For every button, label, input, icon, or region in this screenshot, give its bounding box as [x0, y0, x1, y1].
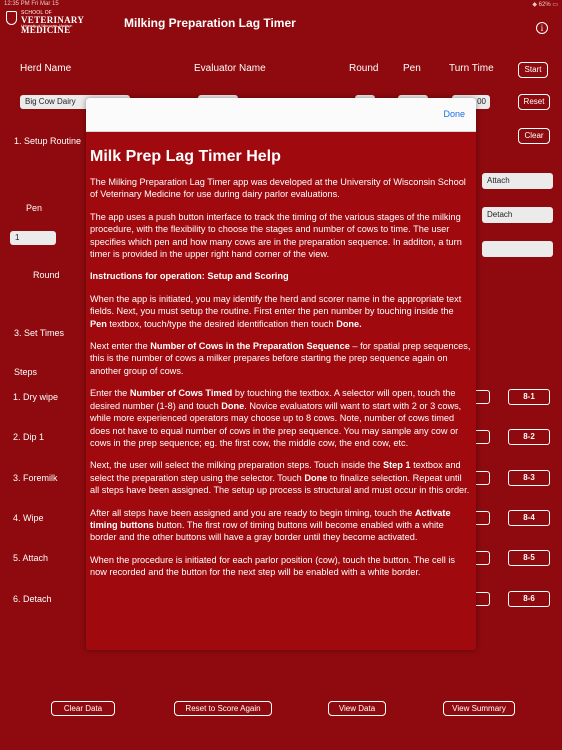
- help-paragraph-4: When the app is initiated, you may ident…: [90, 293, 472, 330]
- help-modal: Done Milk Prep Lag Timer Help The Milkin…: [86, 98, 476, 650]
- p7-text-a: Next, the user will select the milking p…: [90, 460, 383, 471]
- p6-text-a: Enter the: [90, 388, 130, 399]
- status-battery: ◆ 62% ▭: [532, 2, 558, 8]
- p8-text-a: After all steps have been assigned and y…: [90, 507, 415, 518]
- view-data-button[interactable]: View Data: [328, 701, 386, 716]
- evaluator-name-header: Evaluator Name: [194, 63, 266, 74]
- help-title: Milk Prep Lag Timer Help: [90, 148, 281, 165]
- crest-icon: [6, 11, 17, 25]
- logo-sub-text: University of Wisconsin–Madison: [21, 24, 73, 28]
- help-paragraph-2: The app uses a push button interface to …: [90, 211, 462, 260]
- help-paragraph-3: Instructions for operation: Setup and Sc…: [90, 270, 472, 282]
- help-content: Milk Prep Lag Timer Help The Milking Pre…: [90, 148, 472, 589]
- step-label-5: 5. Attach: [13, 553, 49, 563]
- step-label-2: 2. Dip 1: [13, 432, 45, 442]
- p5-text-a: Next enter the: [90, 341, 151, 352]
- info-icon[interactable]: i: [536, 22, 548, 34]
- p4-text-a: When the app is initiated, you may ident…: [90, 293, 462, 317]
- pen-header: Pen: [403, 63, 421, 74]
- view-summary-button[interactable]: View Summary: [443, 701, 515, 716]
- p6-bold-cows: Number of Cows Timed: [129, 388, 233, 399]
- pen-label: Pen: [26, 203, 43, 213]
- step-button-4[interactable]: 8-4: [508, 510, 550, 526]
- p4-text-c: textbox, touch/type the desired identifi…: [106, 318, 337, 329]
- setup-routine-label: 1. Setup Routine: [14, 136, 82, 146]
- p7-bold-done: Done: [304, 472, 328, 483]
- school-logo: SCHOOL OF VETERINARY MEDICINE University…: [6, 10, 106, 35]
- start-button[interactable]: Start: [518, 62, 548, 78]
- help-paragraph-1: The Milking Preparation Lag Timer app wa…: [90, 177, 466, 200]
- step-button-3[interactable]: 8-3: [508, 470, 550, 486]
- step-button-2[interactable]: 8-2: [508, 429, 550, 445]
- steps-label: Steps: [14, 367, 38, 377]
- turn-time-header: Turn Time: [449, 63, 494, 74]
- p6-bold-done: Done: [221, 400, 245, 411]
- p4-bold-pen: Pen: [90, 318, 107, 329]
- p5-bold: Number of Cows in the Preparation Sequen…: [150, 341, 350, 352]
- reset-button[interactable]: Reset: [518, 94, 550, 110]
- p4-bold-done: Done.: [336, 318, 362, 329]
- detach-field[interactable]: Detach: [482, 207, 553, 223]
- step-label-6: 6. Detach: [13, 594, 52, 604]
- p7-bold-step: Step 1: [382, 460, 411, 471]
- modal-toolbar: Done: [86, 98, 476, 132]
- help-paragraph-7: Next, the user will select the milking p…: [90, 459, 472, 496]
- status-bar: 12:35 PM Fri Mar 15 ◆ 62% ▭: [0, 0, 562, 10]
- step-button-5[interactable]: 8-5: [508, 550, 550, 566]
- step-label-4: 4. Wipe: [13, 513, 44, 523]
- clear-data-button[interactable]: Clear Data: [51, 701, 115, 716]
- app-title: Milking Preparation Lag Timer: [124, 16, 296, 30]
- step-button-6[interactable]: 8-6: [508, 591, 550, 607]
- pen-input[interactable]: 1: [10, 231, 56, 245]
- step-button-1[interactable]: 8-1: [508, 389, 550, 405]
- help-paragraph-6: Enter the Number of Cows Timed by touchi…: [90, 387, 472, 449]
- done-button[interactable]: Done: [443, 109, 465, 119]
- round-header: Round: [349, 63, 379, 74]
- round-label: Round: [33, 270, 60, 280]
- attach-field[interactable]: Attach: [482, 173, 553, 189]
- empty-step-field[interactable]: [482, 241, 553, 257]
- set-times-label: 3. Set Times: [14, 328, 65, 338]
- herd-name-header: Herd Name: [20, 63, 72, 74]
- reset-to-score-again-button[interactable]: Reset to Score Again: [174, 701, 272, 716]
- step-label-1: 1. Dry wipe: [13, 392, 59, 402]
- help-paragraph-9: When the procedure is initiated for each…: [90, 554, 455, 578]
- help-paragraph-8: After all steps have been assigned and y…: [90, 507, 472, 544]
- instructions-heading: Instructions for operation: Setup and Sc…: [90, 271, 289, 282]
- step-label-3: 3. Foremilk: [13, 473, 58, 483]
- help-paragraph-5: Next enter the Number of Cows in the Pre…: [90, 340, 472, 377]
- clear-button[interactable]: Clear: [518, 128, 550, 144]
- status-time: 12:35 PM Fri Mar 15: [4, 1, 59, 7]
